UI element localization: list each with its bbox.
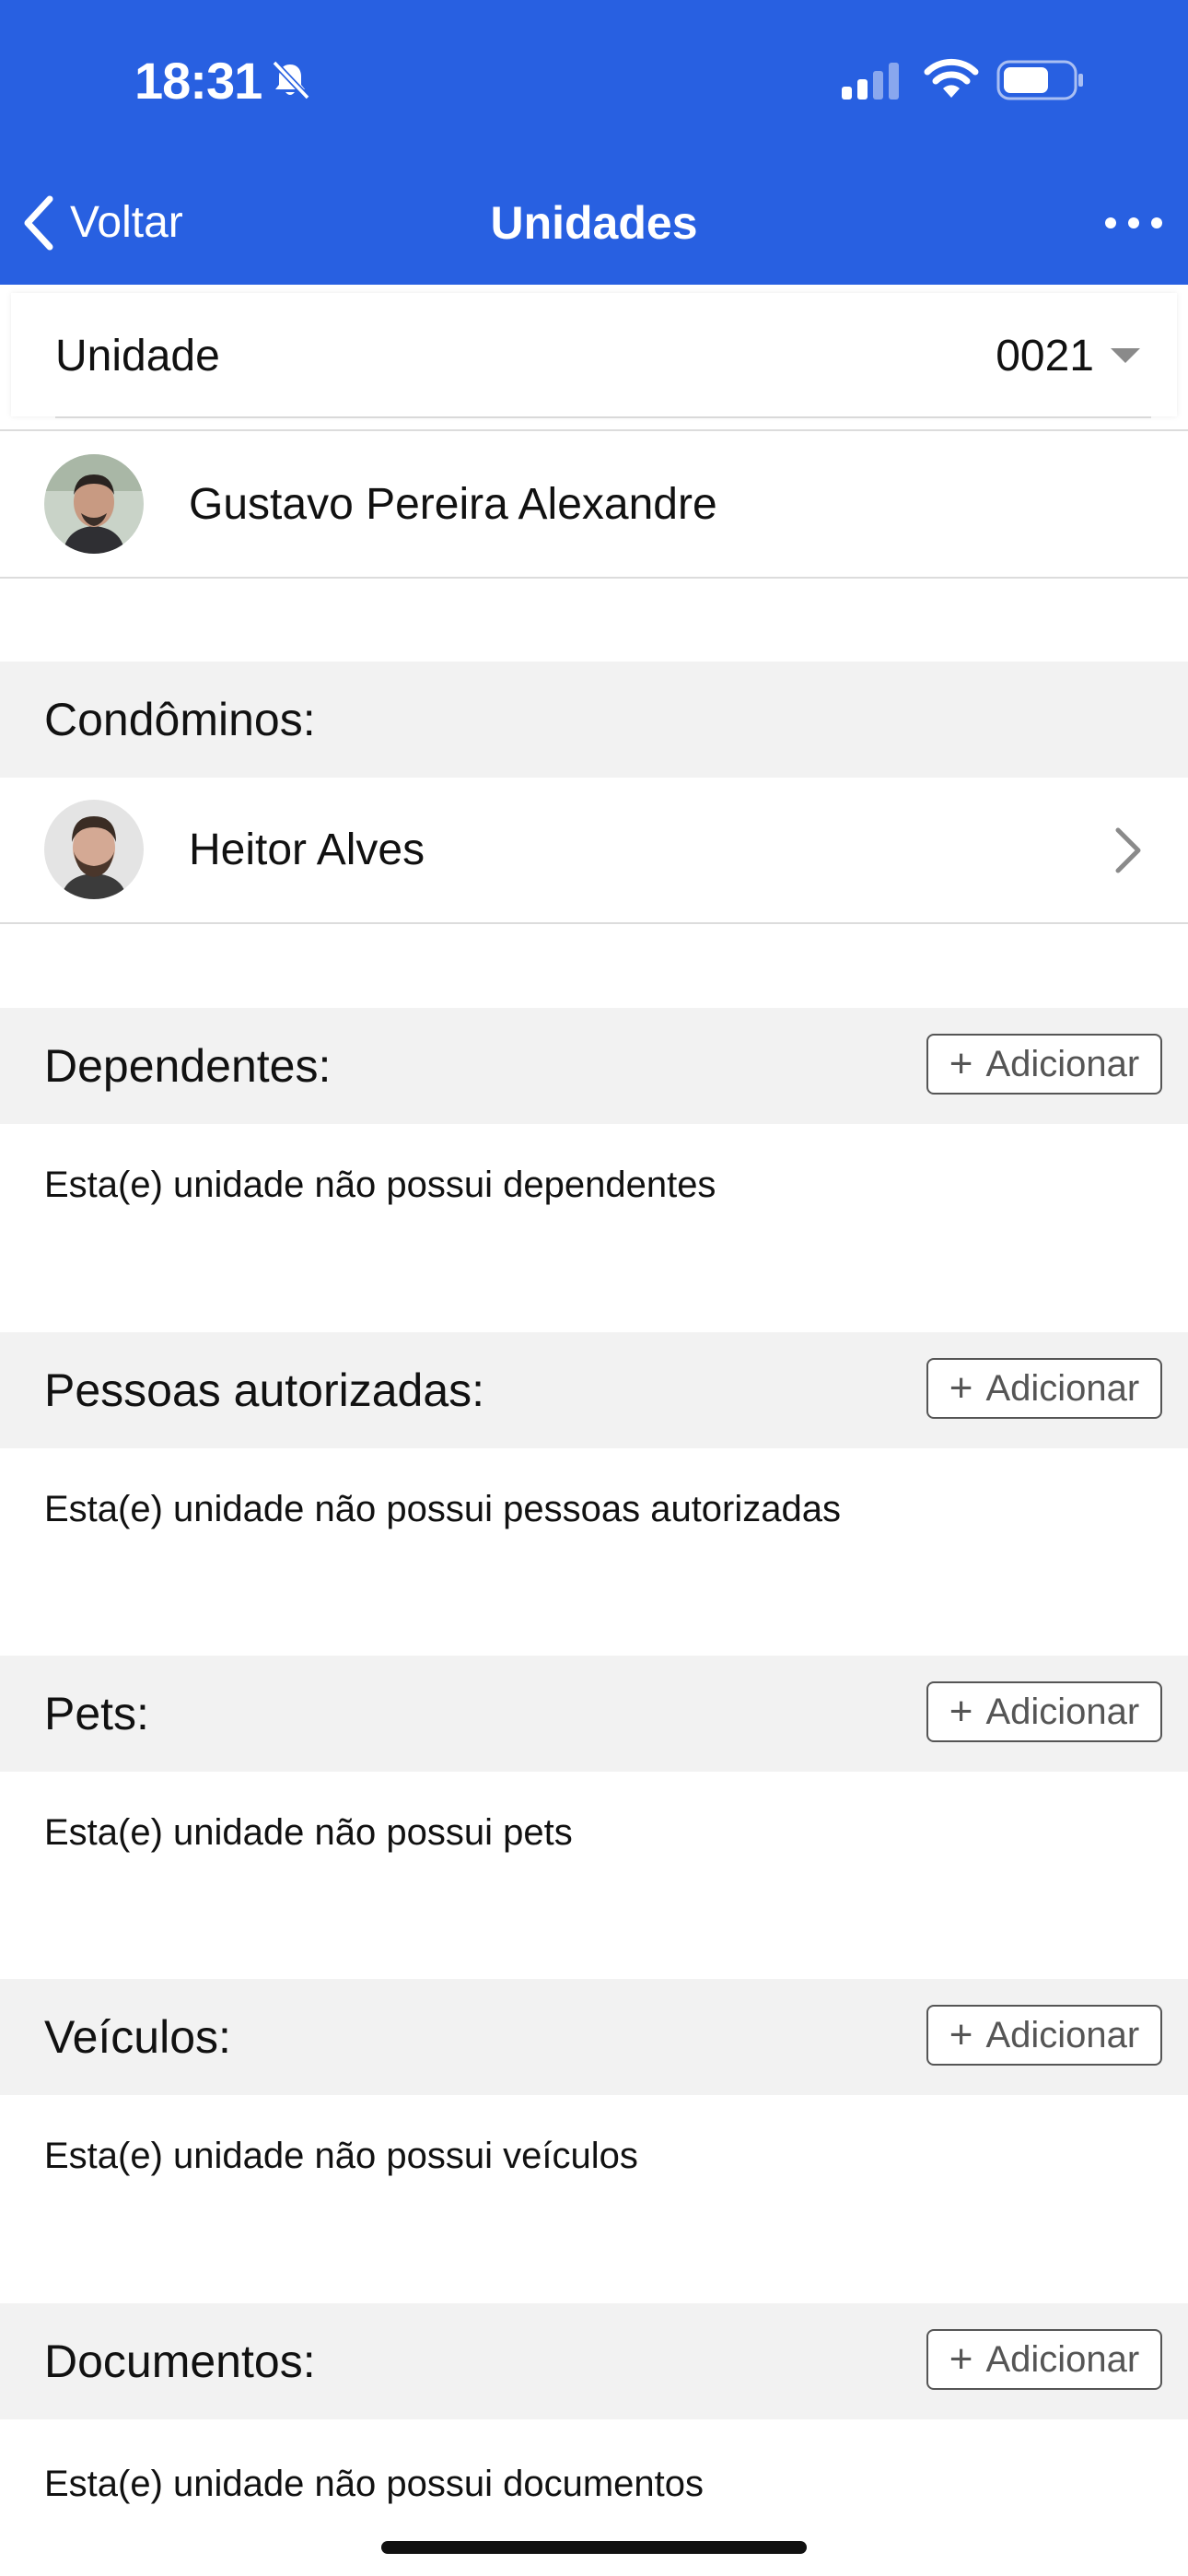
add-pet-button[interactable]: + Adicionar xyxy=(926,1681,1162,1742)
caret-down-icon xyxy=(1111,348,1140,363)
empty-veiculos-message: Esta(e) unidade não possui veículos xyxy=(44,2136,638,2176)
divider xyxy=(0,429,1188,431)
add-button-label: Adicionar xyxy=(985,1367,1140,1409)
wifi-icon xyxy=(924,58,979,98)
empty-pets-message: Esta(e) unidade não possui pets xyxy=(44,1812,573,1853)
section-title: Pets: xyxy=(44,1688,149,1739)
app-header: 18:31 Voltar Unidades xyxy=(0,0,1188,285)
plus-icon: + xyxy=(949,1689,973,1734)
add-button-label: Adicionar xyxy=(985,2014,1140,2055)
bell-slash-icon xyxy=(272,60,310,100)
chevron-right-icon xyxy=(1115,827,1141,873)
section-pets-header: Pets: + Adicionar xyxy=(0,1656,1188,1772)
ellipsis-icon[interactable] xyxy=(1101,205,1166,241)
unit-selector-card: Unidade 0021 xyxy=(11,293,1177,418)
section-title: Documentos: xyxy=(44,2336,316,2387)
add-autorizada-button[interactable]: + Adicionar xyxy=(926,1358,1162,1419)
section-dependentes-header: Dependentes: + Adicionar xyxy=(0,1008,1188,1124)
resident-row[interactable]: Heitor Alves xyxy=(0,779,1188,924)
battery-icon xyxy=(996,60,1083,100)
resident-name: Heitor Alves xyxy=(189,825,425,874)
add-dependente-button[interactable]: + Adicionar xyxy=(926,1034,1162,1095)
owner-name: Gustavo Pereira Alexandre xyxy=(189,480,717,529)
back-label: Voltar xyxy=(70,198,183,247)
empty-dependentes-message: Esta(e) unidade não possui dependentes xyxy=(44,1165,716,1205)
owner-row: Gustavo Pereira Alexandre xyxy=(0,433,1188,579)
signal-icon xyxy=(842,63,899,100)
unit-label: Unidade xyxy=(55,332,220,381)
section-title: Condôminos: xyxy=(44,694,316,745)
plus-icon: + xyxy=(949,1365,973,1411)
plus-icon: + xyxy=(949,2336,973,2382)
empty-autorizadas-message: Esta(e) unidade não possui pessoas autor… xyxy=(44,1489,841,1529)
section-autorizadas-header: Pessoas autorizadas: + Adicionar xyxy=(0,1332,1188,1448)
plus-icon: + xyxy=(949,2012,973,2057)
status-time: 18:31 xyxy=(134,52,262,110)
section-documentos-header: Documentos: + Adicionar xyxy=(0,2303,1188,2419)
avatar xyxy=(44,454,144,554)
section-condominos-header: Condôminos: xyxy=(0,662,1188,778)
section-veiculos-header: Veículos: + Adicionar xyxy=(0,1979,1188,2095)
home-indicator[interactable] xyxy=(381,2541,807,2554)
section-title: Dependentes: xyxy=(44,1040,332,1092)
back-button[interactable]: Voltar xyxy=(20,188,183,258)
section-title: Veículos: xyxy=(44,2011,231,2063)
unit-selector[interactable]: Unidade 0021 xyxy=(55,293,1151,418)
add-veiculo-button[interactable]: + Adicionar xyxy=(926,2005,1162,2066)
plus-icon: + xyxy=(949,1041,973,1086)
add-documento-button[interactable]: + Adicionar xyxy=(926,2329,1162,2390)
chevron-left-icon xyxy=(24,195,53,251)
unit-value: 0021 xyxy=(996,332,1094,381)
add-button-label: Adicionar xyxy=(985,2338,1140,2380)
empty-documentos-message: Esta(e) unidade não possui documentos xyxy=(44,2464,705,2504)
add-button-label: Adicionar xyxy=(985,1043,1140,1084)
section-title: Pessoas autorizadas: xyxy=(44,1364,485,1416)
add-button-label: Adicionar xyxy=(985,1691,1140,1732)
avatar xyxy=(44,800,144,899)
